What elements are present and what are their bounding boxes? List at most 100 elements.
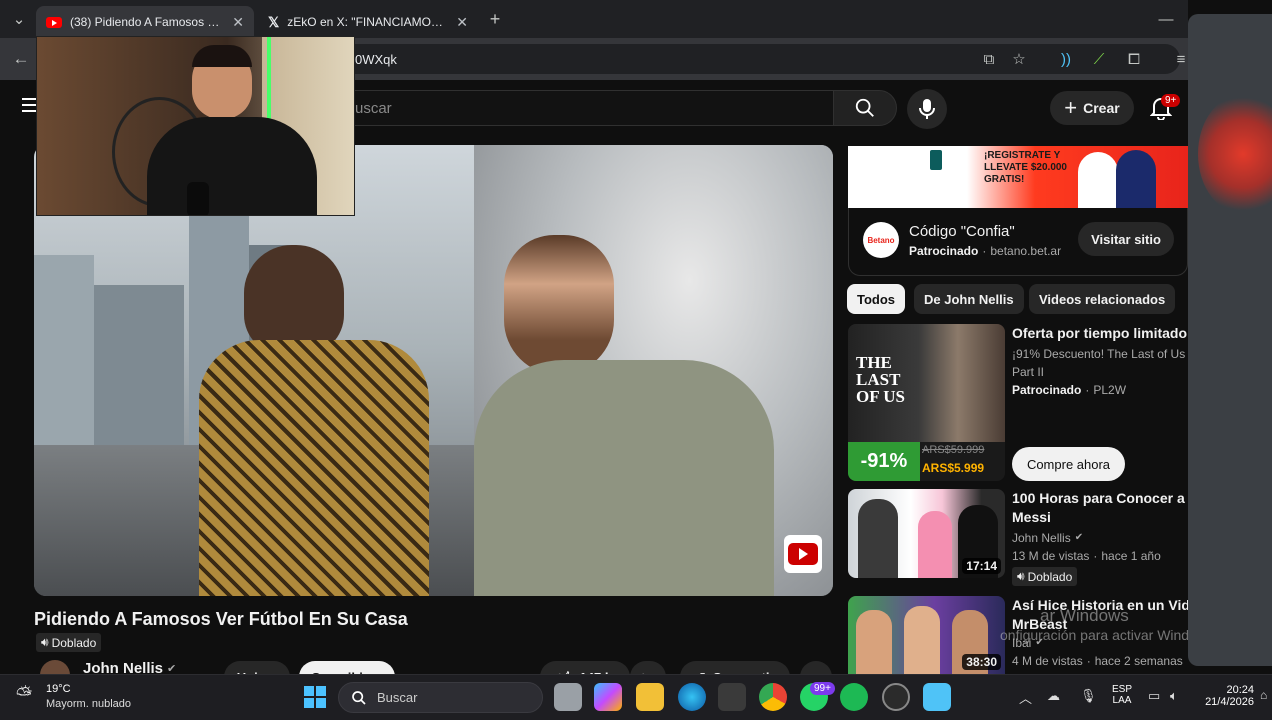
rec-thumbnail[interactable]: 17:14	[848, 489, 1005, 578]
duration-badge: 38:30	[962, 654, 1001, 670]
player-figure	[1116, 150, 1156, 208]
ad-banner-image[interactable]: ¡REGISTRATE Y LLEVATE $20.000 GRATIS!	[848, 146, 1188, 208]
create-button[interactable]: + Crear	[1050, 91, 1134, 125]
notification-center-icon[interactable]: ⌂	[1260, 688, 1267, 702]
task-view-icon[interactable]	[554, 683, 582, 711]
extensions-puzzle-icon[interactable]: ⧠	[1123, 48, 1145, 70]
tab-title: zEkO en X: "FINANCIAMOS LA	[287, 15, 449, 29]
person-shirt	[199, 340, 429, 596]
install-app-icon[interactable]: ⧉	[978, 48, 1000, 70]
betano-logo: Betano	[863, 222, 899, 258]
visit-site-button[interactable]: Visitar sitio	[1078, 222, 1174, 256]
clock[interactable]: 20:24 21/4/2026	[1198, 684, 1254, 708]
tab-search-chevron-icon[interactable]: ⌄	[8, 8, 30, 30]
ad-card[interactable]: Betano Código "Confia" Patrocinado · bet…	[848, 208, 1188, 276]
start-button[interactable]	[301, 683, 329, 711]
mic-tray-icon[interactable]: 🎙︎	[1080, 688, 1097, 704]
plus-icon: +	[1064, 95, 1078, 120]
extension-chart-icon[interactable]: ⟋	[1088, 48, 1110, 70]
ad-meta: Patrocinado · betano.bet.ar	[909, 244, 1061, 258]
activation-watermark-line2: onfiguración para activar Windows.	[1000, 627, 1218, 643]
address-bar[interactable]	[300, 44, 1180, 74]
voice-search-button[interactable]	[907, 89, 947, 129]
player-figure	[1078, 152, 1118, 208]
volume-icon[interactable]: 🔈︎	[1170, 688, 1178, 704]
weather-desc[interactable]: Mayorm. nublado	[46, 698, 131, 710]
chip-videos-relacionados[interactable]: Videos relacionados	[1029, 284, 1176, 314]
language-code: ESP	[1112, 684, 1133, 695]
rec-views: 4 M de vistas	[1012, 654, 1083, 668]
chip-label: Todos	[857, 291, 896, 307]
taskbar-search-placeholder: Buscar	[377, 690, 418, 705]
dubbed-badge: 🔊︎ Doblado	[1012, 567, 1078, 586]
microphone-icon	[919, 99, 935, 119]
liga-logo-icon	[930, 150, 942, 170]
ad-headline: Código "Confia"	[909, 223, 1015, 240]
spotify-icon[interactable]	[840, 683, 868, 711]
ad-domain: betano.bet.ar	[990, 244, 1062, 258]
rec-age: hace 2 semanas	[1094, 654, 1183, 668]
whatsapp-badge: 99+	[810, 682, 835, 695]
app-f-icon[interactable]	[923, 683, 951, 711]
store-icon[interactable]	[718, 683, 746, 711]
microphone	[187, 182, 209, 215]
person-figure	[858, 499, 898, 578]
visit-site-label: Visitar sitio	[1091, 231, 1161, 247]
taskbar-search[interactable]: Buscar	[338, 682, 543, 713]
search-icon	[352, 690, 366, 705]
dot-separator: ·	[982, 244, 987, 258]
buy-now-button[interactable]: Compre ahora	[1012, 447, 1125, 481]
streamer-hair	[192, 45, 252, 67]
onedrive-icon[interactable]: ☁︎	[1047, 688, 1060, 704]
sponsored-label: Patrocinado	[909, 244, 979, 258]
windows-logo-icon	[304, 686, 326, 708]
rec-title: Oferta por tiempo limitado	[1012, 325, 1188, 341]
rec-views: 13 M de vistas	[1012, 549, 1090, 563]
back-icon[interactable]: ←	[10, 48, 32, 70]
clock-date: 21/4/2026	[1205, 696, 1254, 708]
search-placeholder: uscar	[355, 100, 392, 117]
read-aloud-icon[interactable]: ))	[1055, 48, 1077, 70]
rec-channel: John Nellis	[1012, 531, 1071, 545]
rec-thumbnail[interactable]: 38:30	[848, 596, 1005, 674]
dubbed-badge: 🔊︎ Doblado	[36, 633, 102, 652]
side-panel	[1188, 14, 1272, 666]
rec-thumbnail[interactable]: THE LAST OF US -91% ARS$59.999 ARS$5.999	[848, 324, 1005, 481]
tab-x[interactable]: 𝕏 zEkO en X: "FINANCIAMOS LA ✕	[258, 6, 478, 38]
search-input[interactable]: uscar	[330, 90, 833, 126]
person-figure	[904, 606, 940, 674]
person-shirt	[474, 360, 774, 596]
person-figure	[918, 511, 952, 578]
chrome-icon[interactable]	[759, 683, 787, 711]
minimize-icon[interactable]: —	[1155, 8, 1177, 30]
network-icon[interactable]: ▭	[1148, 688, 1160, 704]
weather-icon[interactable]: ⛅︎	[16, 684, 32, 707]
tab-youtube[interactable]: (38) Pidiendo A Famosos Ver Fút ✕	[36, 6, 254, 38]
youtube-favicon-icon	[46, 16, 62, 28]
chevron-up-icon[interactable]: ︿	[1019, 688, 1032, 707]
chip-de-john-nellis[interactable]: De John Nellis	[914, 284, 1024, 314]
rec-info[interactable]: 100 Horas para Conocer a Messi John Nell…	[1012, 489, 1188, 586]
blurred-shape	[1198, 94, 1272, 214]
weather-temp[interactable]: 19°C	[46, 683, 71, 695]
dot-separator: ·	[1085, 383, 1090, 397]
dot-separator: ·	[1086, 654, 1091, 668]
chip-todos[interactable]: Todos	[847, 284, 906, 314]
address-text: 0WXqk	[355, 52, 397, 67]
chip-label: De John Nellis	[924, 291, 1014, 307]
file-explorer-icon[interactable]	[636, 683, 664, 711]
m365-icon[interactable]	[594, 683, 622, 711]
dubbed-label: Doblado	[1027, 569, 1073, 584]
tab-close-icon[interactable]: ✕	[456, 14, 468, 31]
new-tab-icon[interactable]: +	[484, 8, 506, 30]
person-figure	[856, 610, 892, 674]
edge-icon[interactable]	[678, 683, 706, 711]
bookmark-star-icon[interactable]: ☆	[1008, 48, 1030, 70]
tab-close-icon[interactable]: ✕	[232, 14, 244, 31]
x-favicon-icon: 𝕏	[268, 13, 280, 30]
obs-icon[interactable]	[882, 683, 910, 711]
sponsored-label: Patrocinado	[1012, 383, 1082, 397]
search-button[interactable]	[833, 90, 897, 126]
language-indicator[interactable]: ESP LAA	[1112, 684, 1132, 706]
rec-info[interactable]: Oferta por tiempo limitado ¡91% Descuent…	[1012, 324, 1188, 399]
